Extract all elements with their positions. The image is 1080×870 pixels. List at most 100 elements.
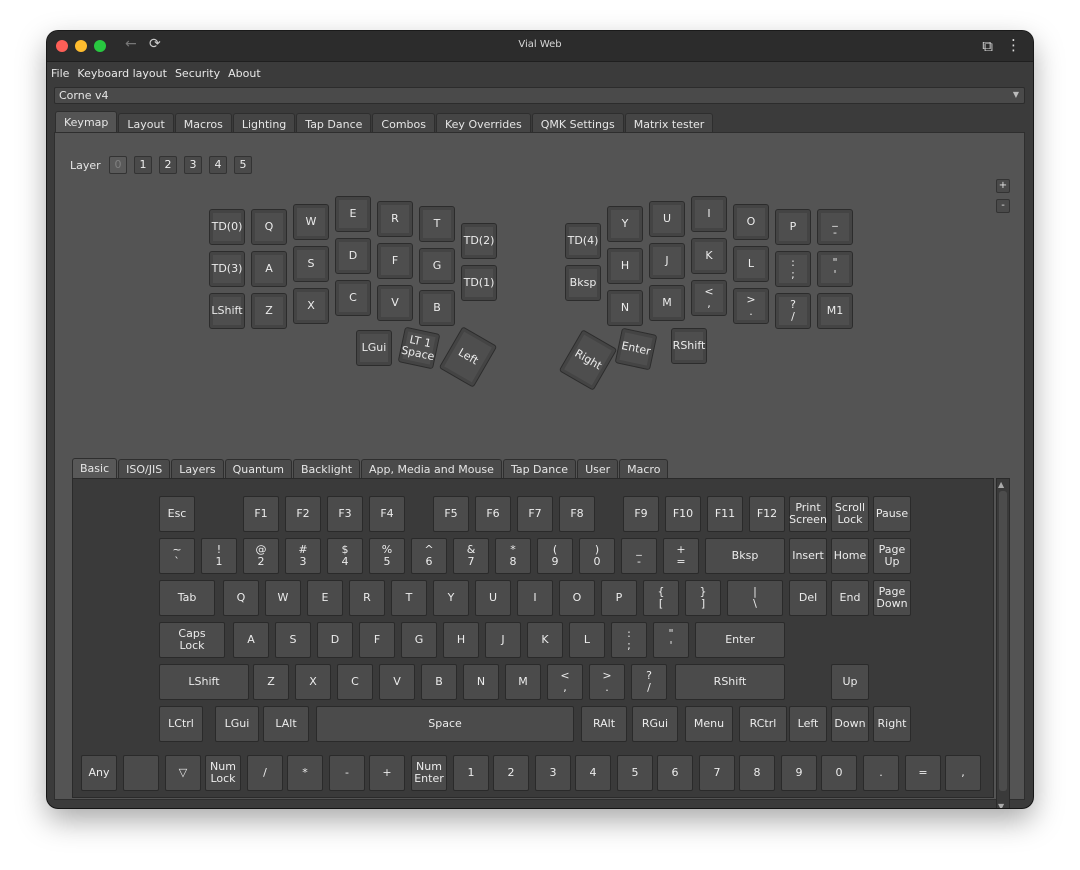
- keycode-row5-3[interactable]: Space: [316, 706, 574, 742]
- keymap-key-left-11[interactable]: F: [377, 243, 413, 279]
- keymap-key-right-5[interactable]: P: [775, 209, 811, 245]
- keycode-row0-6[interactable]: F6: [475, 496, 511, 532]
- keycode-row1-8[interactable]: * 8: [495, 538, 531, 574]
- keycode-row7-7[interactable]: &: [369, 797, 405, 798]
- keycode-row0-13[interactable]: Print Screen: [789, 496, 827, 532]
- keycode-row0-3[interactable]: F3: [327, 496, 363, 532]
- keycode-row7-3[interactable]: #: [205, 797, 241, 798]
- keycode-row4-10[interactable]: ? /: [631, 664, 667, 700]
- keycode-row4-2[interactable]: X: [295, 664, 331, 700]
- keycode-row4-3[interactable]: C: [337, 664, 373, 700]
- keycode-tab-basic[interactable]: Basic: [72, 458, 118, 479]
- keycode-row1-14[interactable]: Insert: [789, 538, 827, 574]
- keycode-row3-3[interactable]: D: [317, 622, 353, 658]
- keycode-row3-0[interactable]: Caps Lock: [159, 622, 225, 658]
- keycode-row2-11[interactable]: { [: [643, 580, 679, 616]
- keycode-row0-8[interactable]: F8: [559, 496, 595, 532]
- keycode-row7-8[interactable]: *: [411, 797, 447, 798]
- keymap-key-left-0[interactable]: TD(0): [209, 209, 245, 245]
- keycode-row6-5[interactable]: *: [287, 755, 323, 791]
- keymap-key-right-12[interactable]: : ;: [775, 251, 811, 287]
- scroll-down-icon[interactable]: ▼: [998, 802, 1004, 808]
- keycode-tab-app-media-and-mouse[interactable]: App, Media and Mouse: [361, 459, 502, 479]
- keycode-row4-1[interactable]: Z: [253, 664, 289, 700]
- keycode-row3-1[interactable]: A: [233, 622, 269, 658]
- keycode-row7-18[interactable]: |: [821, 797, 857, 798]
- keymap-key-left-8[interactable]: A: [251, 251, 287, 287]
- keycode-row2-2[interactable]: W: [265, 580, 301, 616]
- layer-button-1[interactable]: 1: [134, 156, 152, 174]
- keymap-key-right-8[interactable]: H: [607, 248, 643, 284]
- keymap-key-right-3[interactable]: I: [691, 196, 727, 232]
- keycode-row5-1[interactable]: LGui: [215, 706, 259, 742]
- keycode-row7-5[interactable]: %: [287, 797, 323, 798]
- keymap-key-right-13[interactable]: " ': [817, 251, 853, 287]
- scroll-up-icon[interactable]: ▲: [998, 480, 1004, 489]
- keycode-row4-6[interactable]: N: [463, 664, 499, 700]
- keycode-row4-11[interactable]: RShift: [675, 664, 785, 700]
- scroll-thumb[interactable]: [999, 491, 1007, 791]
- keycode-row6-2[interactable]: ▽: [165, 755, 201, 791]
- keymap-key-right-19[interactable]: M1: [817, 293, 853, 329]
- keycode-row6-15[interactable]: 7: [699, 755, 735, 791]
- keycode-row3-11[interactable]: " ': [653, 622, 689, 658]
- zoom-in-button[interactable]: +: [996, 179, 1010, 193]
- keycode-row4-0[interactable]: LShift: [159, 664, 249, 700]
- keymap-thumb-key-0[interactable]: LGui: [356, 330, 392, 366]
- keycode-tab-user[interactable]: User: [577, 459, 619, 479]
- keycode-row7-13[interactable]: {: [617, 797, 653, 798]
- keycode-row6-17[interactable]: 9: [781, 755, 817, 791]
- keycode-row6-0[interactable]: Any: [81, 755, 117, 791]
- keycode-tab-backlight[interactable]: Backlight: [292, 459, 361, 479]
- keycode-row2-4[interactable]: R: [349, 580, 385, 616]
- keycode-row7-1[interactable]: !: [123, 797, 159, 798]
- keycode-row2-15[interactable]: End: [831, 580, 869, 616]
- keycode-row6-3[interactable]: Num Lock: [205, 755, 241, 791]
- keycode-tab-macro[interactable]: Macro: [619, 459, 669, 479]
- keycode-row2-5[interactable]: T: [391, 580, 427, 616]
- keycode-row2-14[interactable]: Del: [789, 580, 827, 616]
- keymap-key-right-7[interactable]: Bksp: [565, 265, 601, 301]
- keymap-thumb-key-4[interactable]: Enter: [614, 327, 658, 371]
- keycode-row6-10[interactable]: 2: [493, 755, 529, 791]
- keycode-row3-6[interactable]: H: [443, 622, 479, 658]
- layer-button-2[interactable]: 2: [159, 156, 177, 174]
- keycode-row7-20[interactable]: ": [905, 797, 941, 798]
- keycode-row6-16[interactable]: 8: [739, 755, 775, 791]
- keycode-row1-10[interactable]: ) 0: [579, 538, 615, 574]
- keymap-key-left-16[interactable]: X: [293, 288, 329, 324]
- keycode-row6-6[interactable]: -: [329, 755, 365, 791]
- keycode-row1-11[interactable]: _ -: [621, 538, 657, 574]
- keycode-row3-5[interactable]: G: [401, 622, 437, 658]
- keycode-row5-8[interactable]: Left: [789, 706, 827, 742]
- keymap-thumb-key-5[interactable]: RShift: [671, 328, 707, 364]
- keycode-row2-16[interactable]: Page Down: [873, 580, 911, 616]
- keycode-row5-10[interactable]: Right: [873, 706, 911, 742]
- keymap-key-left-1[interactable]: Q: [251, 209, 287, 245]
- keycode-row0-14[interactable]: Scroll Lock: [831, 496, 869, 532]
- keycode-row7-16[interactable]: >: [739, 797, 775, 798]
- keymap-key-left-15[interactable]: Z: [251, 293, 287, 329]
- keycode-row3-2[interactable]: S: [275, 622, 311, 658]
- keymap-key-right-17[interactable]: > .: [733, 288, 769, 324]
- keycode-row2-0[interactable]: Tab: [159, 580, 215, 616]
- keycode-row0-11[interactable]: F11: [707, 496, 743, 532]
- keycode-row6-11[interactable]: 3: [535, 755, 571, 791]
- keycode-row6-1[interactable]: [123, 755, 159, 791]
- keymap-key-left-13[interactable]: TD(1): [461, 265, 497, 301]
- extension-icon[interactable]: ⧉: [982, 37, 993, 55]
- keycode-row6-21[interactable]: ,: [945, 755, 981, 791]
- keycode-row7-9[interactable]: (: [453, 797, 489, 798]
- palette-scrollbar[interactable]: ▲ ▼: [996, 478, 1010, 808]
- keycode-row0-12[interactable]: F12: [749, 496, 785, 532]
- keymap-key-right-11[interactable]: L: [733, 246, 769, 282]
- keycode-row0-7[interactable]: F7: [517, 496, 553, 532]
- keycode-tab-layers[interactable]: Layers: [171, 459, 224, 479]
- keycode-tab-tap-dance[interactable]: Tap Dance: [502, 459, 577, 479]
- keycode-row0-15[interactable]: Pause: [873, 496, 911, 532]
- keycode-row1-1[interactable]: ! 1: [201, 538, 237, 574]
- keycode-row4-8[interactable]: < ,: [547, 664, 583, 700]
- layer-button-4[interactable]: 4: [209, 156, 227, 174]
- keycode-row7-11[interactable]: _: [535, 797, 571, 798]
- keymap-key-right-14[interactable]: N: [607, 290, 643, 326]
